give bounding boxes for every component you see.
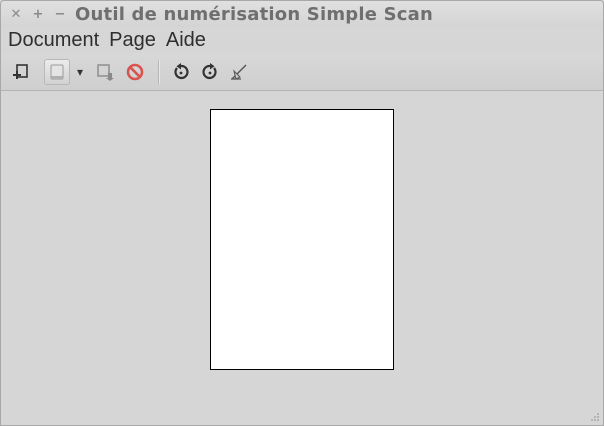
- close-window-button[interactable]: ✕: [5, 1, 27, 27]
- minimize-window-button[interactable]: −: [49, 1, 71, 27]
- rotate-left-button[interactable]: [169, 60, 193, 84]
- save-icon: [97, 63, 114, 81]
- crop-button[interactable]: [227, 60, 251, 84]
- crop-icon: [231, 64, 247, 80]
- scanned-page-preview[interactable]: [210, 109, 394, 370]
- scan-button[interactable]: [44, 58, 70, 85]
- simple-scan-window: ✕ + − Outil de numérisation Simple Scan …: [0, 0, 604, 426]
- rotate-right-button[interactable]: [198, 60, 222, 84]
- scan-preview-area: [1, 92, 603, 425]
- save-button[interactable]: [94, 60, 118, 84]
- toolbar: ▾: [1, 53, 603, 91]
- stop-scan-button[interactable]: [123, 60, 147, 84]
- resize-grip-icon[interactable]: [591, 413, 599, 421]
- new-document-button[interactable]: [9, 60, 33, 84]
- rotate-left-icon: [174, 62, 189, 79]
- dropdown-arrow-icon: ▾: [76, 64, 84, 79]
- menu-page[interactable]: Page: [109, 29, 156, 52]
- rotate-right-icon: [202, 62, 217, 79]
- menu-document[interactable]: Document: [8, 29, 99, 52]
- stop-icon: [126, 63, 144, 80]
- toolbar-separator: [158, 59, 159, 84]
- menu-bar: Document Page Aide: [1, 27, 603, 53]
- maximize-window-button[interactable]: +: [27, 1, 49, 27]
- title-bar[interactable]: ✕ + − Outil de numérisation Simple Scan: [1, 1, 603, 27]
- window-title: Outil de numérisation Simple Scan: [75, 3, 434, 25]
- new-document-icon: [13, 63, 28, 79]
- scan-icon: [50, 64, 64, 79]
- scan-options-dropdown[interactable]: ▾: [72, 60, 88, 84]
- menu-aide[interactable]: Aide: [166, 29, 206, 52]
